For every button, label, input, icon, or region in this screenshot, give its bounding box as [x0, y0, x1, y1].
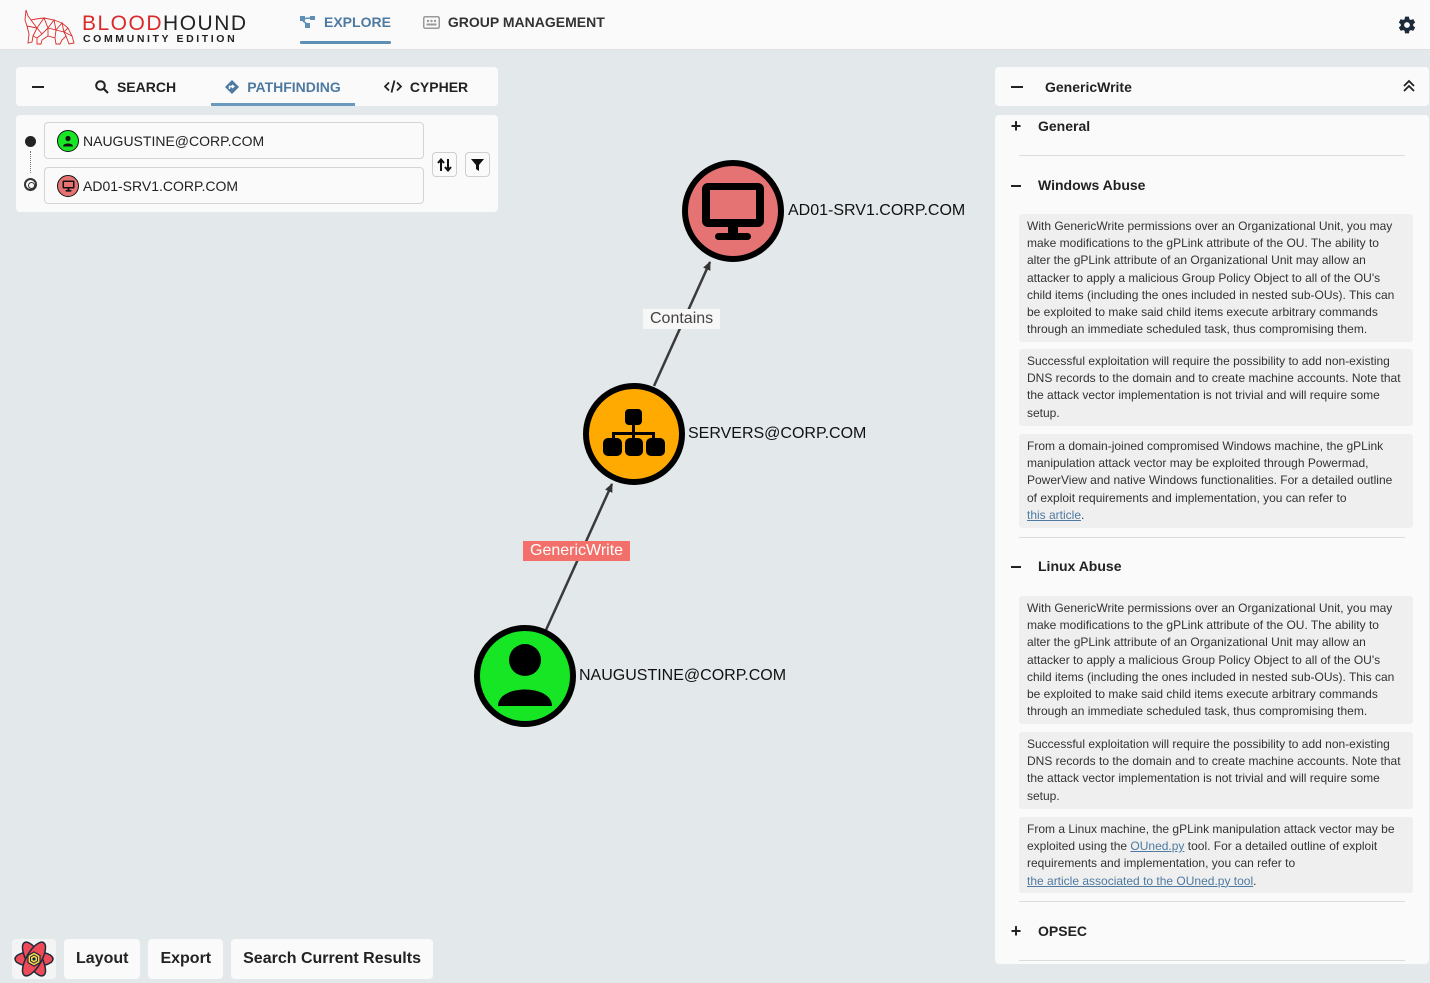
edge-info-title: GenericWrite [1045, 78, 1132, 95]
search-current-results-button[interactable]: Search Current Results [231, 939, 433, 979]
edge-label-genericwrite[interactable]: GenericWrite [523, 541, 631, 561]
nav-group-management[interactable]: GROUP MANAGEMENT [422, 2, 605, 42]
logo-subtitle: COMMUNITY EDITION [83, 33, 238, 45]
bloodhound-dog-icon [24, 9, 75, 45]
plus-icon: + [1010, 115, 1022, 136]
node-label-user: NAUGUSTINE@CORP.COM [579, 667, 787, 684]
top-navigation-bar: BLOODHOUND COMMUNITY EDITION EXPLORE GRO… [0, 0, 1430, 50]
react-devtools-button[interactable] [12, 939, 56, 979]
node-user[interactable] [474, 625, 576, 727]
graph-controls: Layout Export Search Current Results [12, 939, 433, 979]
edge-label-contains[interactable]: Contains [643, 309, 721, 329]
this-article-link[interactable]: this article [1027, 508, 1081, 522]
windows-abuse-paragraph: Successful exploitation will require the… [1019, 349, 1413, 426]
layout-button[interactable]: Layout [64, 939, 141, 979]
chevron-double-up-icon[interactable] [1403, 79, 1415, 93]
minus-icon [995, 556, 1037, 577]
section-opsec-label: OPSEC [1038, 923, 1088, 939]
windows-abuse-paragraph: From a domain-joined compromised Windows… [1019, 434, 1413, 528]
node-label-ou: SERVERS@CORP.COM [688, 425, 867, 442]
main-nav: EXPLORE GROUP MANAGEMENT [300, 0, 605, 50]
windows-abuse-paragraph: With GenericWrite permissions over an Or… [1019, 214, 1413, 342]
divider [1019, 155, 1405, 156]
section-opsec[interactable]: + OPSEC [995, 919, 1429, 943]
nav-group-management-label: GROUP MANAGEMENT [447, 14, 605, 30]
divider [1019, 901, 1405, 902]
minus-icon [1011, 85, 1023, 88]
ouned-tool-link[interactable]: OUned.py [1130, 839, 1184, 853]
nav-explore-label: EXPLORE [324, 14, 391, 30]
explore-graph-icon [300, 16, 315, 28]
linux-abuse-paragraph: With GenericWrite permissions over an Or… [1019, 596, 1413, 724]
gear-icon[interactable] [1397, 15, 1417, 35]
node-ou[interactable] [583, 383, 685, 485]
linux-abuse-paragraph: Successful exploitation will require the… [1019, 732, 1413, 809]
minus-icon [995, 175, 1037, 196]
plus-icon: + [1010, 920, 1022, 941]
section-general-label: General [1038, 118, 1091, 134]
nav-explore[interactable]: EXPLORE [300, 2, 391, 44]
node-label-computer: AD01-SRV1.CORP.COM [788, 202, 966, 219]
section-windows-abuse[interactable]: Windows Abuse [995, 173, 1429, 197]
divider [1019, 960, 1405, 961]
bloodhound-logo[interactable]: BLOODHOUND COMMUNITY EDITION [22, 6, 246, 46]
section-linux-abuse[interactable]: Linux Abuse [995, 554, 1429, 578]
collapse-edge-panel-button[interactable] [995, 85, 1039, 88]
edge-info-header: GenericWrite [995, 67, 1429, 106]
divider [1019, 537, 1405, 538]
graph-canvas[interactable] [0, 50, 990, 930]
node-computer[interactable] [682, 160, 784, 262]
group-management-icon [422, 15, 440, 29]
ouned-article-link[interactable]: the article associated to the OUned.py t… [1027, 874, 1253, 888]
section-linux-abuse-label: Linux Abuse [1038, 558, 1122, 574]
edge-info-body: + General Windows Abuse With GenericWrit… [995, 115, 1429, 964]
export-button[interactable]: Export [148, 939, 224, 979]
section-windows-abuse-label: Windows Abuse [1038, 177, 1146, 193]
atom-icon [14, 941, 54, 977]
section-general[interactable]: + General [995, 115, 1429, 138]
linux-abuse-paragraph: From a Linux machine, the gPLink manipul… [1019, 817, 1413, 893]
